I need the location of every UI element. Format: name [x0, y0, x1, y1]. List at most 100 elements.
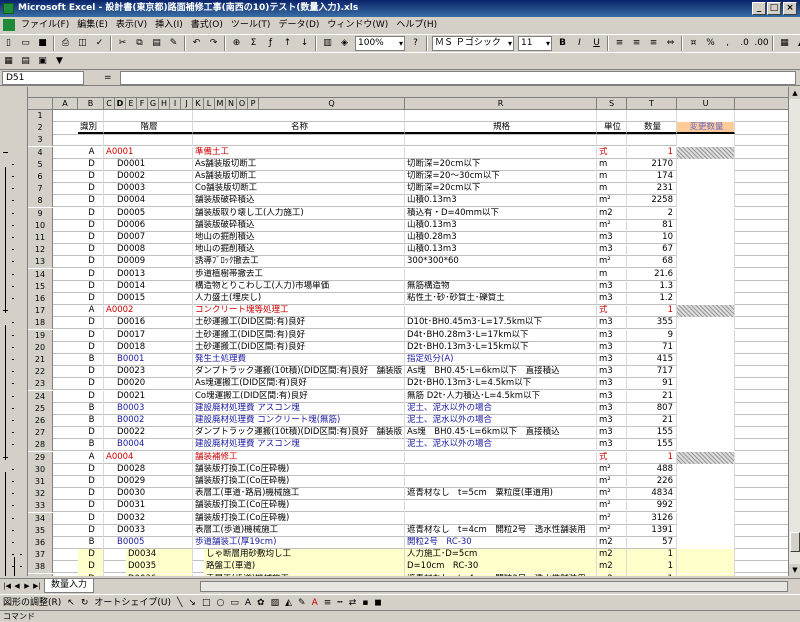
- fill-bucket-icon[interactable]: ◭: [282, 595, 295, 611]
- unit-cell[interactable]: m2: [597, 207, 627, 220]
- change-qty-cell[interactable]: [677, 195, 735, 208]
- unit-cell[interactable]: m²: [597, 476, 627, 488]
- italic-icon[interactable]: I: [572, 36, 587, 51]
- unit-cell[interactable]: m: [597, 171, 627, 183]
- spec-cell[interactable]: 無筋 D2t･人力積込･L=4.5km以下: [405, 390, 597, 403]
- spec-cell[interactable]: 積込有・D=40mm以下: [405, 207, 597, 220]
- zoom-select[interactable]: 100%: [355, 36, 405, 51]
- row-header[interactable]: 1: [28, 110, 53, 122]
- name-cell[interactable]: 建設廃材処理費 アスコン塊: [193, 402, 405, 415]
- preview-icon[interactable]: ◫: [75, 36, 90, 51]
- menu-file[interactable]: ファイル(F): [17, 17, 73, 34]
- column-header-n[interactable]: N: [226, 98, 237, 110]
- unit-cell[interactable]: m3: [597, 317, 627, 330]
- chart-icon[interactable]: ▥: [320, 36, 335, 51]
- qty-cell[interactable]: 21: [627, 390, 677, 403]
- change-qty-cell[interactable]: [677, 146, 735, 159]
- spec-cell[interactable]: [405, 512, 597, 525]
- name-cell[interactable]: 構造物とりこわし工(人力)市場単価: [193, 280, 405, 293]
- qty-cell[interactable]: 155: [627, 427, 677, 440]
- column-header-h[interactable]: H: [159, 98, 170, 110]
- column-header-g[interactable]: G: [148, 98, 159, 110]
- code-cell[interactable]: D0028: [115, 463, 193, 476]
- clipart-icon[interactable]: ✿: [254, 595, 268, 611]
- column-header-c[interactable]: C: [104, 98, 115, 110]
- print-icon[interactable]: ⎙: [58, 36, 73, 51]
- qty-cell[interactable]: 4834: [627, 488, 677, 501]
- unit-cell[interactable]: m3: [597, 415, 627, 427]
- qty-cell[interactable]: 155: [627, 439, 677, 452]
- spec-cell[interactable]: [405, 476, 597, 488]
- change-qty-cell[interactable]: [677, 244, 735, 257]
- sheet-tab-quantity[interactable]: 数量入力: [44, 579, 95, 593]
- copy-icon[interactable]: ⧉: [132, 36, 147, 51]
- code-cell[interactable]: D0030: [115, 488, 193, 501]
- code-cell[interactable]: D0008: [115, 244, 193, 257]
- menu-help[interactable]: ヘルプ(H): [392, 17, 441, 34]
- row-header[interactable]: 37: [28, 549, 53, 562]
- name-box[interactable]: D51: [2, 71, 84, 85]
- menu-window[interactable]: ウィンドウ(W): [323, 17, 392, 34]
- name-cell[interactable]: 表層工(車道･路肩)機械施工: [193, 488, 405, 501]
- code-cell[interactable]: [104, 134, 193, 147]
- name-cell[interactable]: 舗装版破砕積込: [193, 219, 405, 232]
- kind-cell[interactable]: D: [78, 183, 104, 196]
- unit-cell[interactable]: m3: [597, 341, 627, 354]
- name-cell[interactable]: As舗装版切断工: [193, 171, 405, 183]
- kind-cell[interactable]: A: [78, 451, 104, 464]
- change-qty-cell[interactable]: [677, 183, 735, 196]
- name-cell[interactable]: As塊運搬工(DID区間:有)良好: [193, 378, 405, 391]
- column-header-r[interactable]: R: [405, 98, 597, 110]
- qty-cell[interactable]: [627, 134, 677, 147]
- line-style-icon[interactable]: ≡: [321, 595, 335, 611]
- header-unit[interactable]: 単位: [597, 122, 627, 135]
- arrow-icon[interactable]: ↘: [185, 595, 199, 611]
- spec-cell[interactable]: [405, 500, 597, 513]
- row-header[interactable]: 34: [28, 512, 53, 525]
- spec-cell[interactable]: 山積0.13m3: [405, 219, 597, 232]
- header-change-qty[interactable]: 変更数量: [677, 122, 735, 135]
- change-qty-cell[interactable]: [677, 561, 735, 574]
- unit-cell[interactable]: m3: [597, 354, 627, 366]
- spec-cell[interactable]: 無筋構造物: [405, 280, 597, 293]
- unit-cell[interactable]: m3: [597, 366, 627, 379]
- merge-icon[interactable]: ⇔: [663, 36, 678, 51]
- unit-cell[interactable]: 式: [597, 146, 627, 159]
- name-cell[interactable]: 舗装補修工: [193, 451, 405, 464]
- change-qty-cell[interactable]: [677, 305, 735, 318]
- unit-cell[interactable]: m3: [597, 390, 627, 403]
- line-icon[interactable]: ╲: [174, 595, 185, 611]
- drawing-icon[interactable]: ◈: [337, 36, 352, 51]
- name-cell[interactable]: 建設廃材処理費 コンクリート塊(無筋): [193, 415, 405, 427]
- shadow-icon[interactable]: ▪: [359, 595, 371, 611]
- scroll-up-icon[interactable]: ▲: [789, 87, 800, 99]
- qty-cell[interactable]: 9: [627, 329, 677, 342]
- kind-cell[interactable]: D: [78, 329, 104, 342]
- name-cell[interactable]: As舗装版切断工: [193, 158, 405, 171]
- fill-color-icon[interactable]: ◭: [794, 36, 800, 51]
- wordart-icon[interactable]: A: [242, 595, 254, 611]
- change-qty-cell[interactable]: [677, 524, 735, 537]
- row-header[interactable]: 36: [28, 537, 53, 549]
- spec-cell[interactable]: 山積0.28m3: [405, 232, 597, 244]
- name-cell[interactable]: ダンプトラック運搬(10t積)(DID区間:有)良好 舗装版: [193, 366, 405, 379]
- code-cell[interactable]: D0034: [126, 549, 193, 562]
- spec-cell[interactable]: 粘性土･砂･砂質土･礫質土: [405, 293, 597, 305]
- menu-tools[interactable]: ツール(T): [227, 17, 275, 34]
- row-header[interactable]: 18: [28, 317, 53, 330]
- currency-icon[interactable]: ¤: [686, 36, 701, 51]
- code-cell[interactable]: D0020: [115, 378, 193, 391]
- spec-cell[interactable]: D10t･BH0.45m3･L=17.5km以下: [405, 317, 597, 330]
- kind-cell[interactable]: D: [78, 293, 104, 305]
- unit-cell[interactable]: m: [597, 158, 627, 171]
- change-qty-cell[interactable]: [677, 451, 735, 464]
- menu-format[interactable]: 書式(O): [187, 17, 227, 34]
- change-qty-cell[interactable]: [677, 573, 735, 576]
- kind-cell[interactable]: D: [78, 561, 104, 574]
- column-header-e[interactable]: E: [126, 98, 137, 110]
- column-header-f[interactable]: F: [137, 98, 148, 110]
- change-qty-cell[interactable]: [677, 293, 735, 305]
- spec-cell[interactable]: 山積0.13m3: [405, 195, 597, 208]
- name-cell[interactable]: 舗装版打換工(Co圧砕機): [193, 500, 405, 513]
- unit-cell[interactable]: m²: [597, 195, 627, 208]
